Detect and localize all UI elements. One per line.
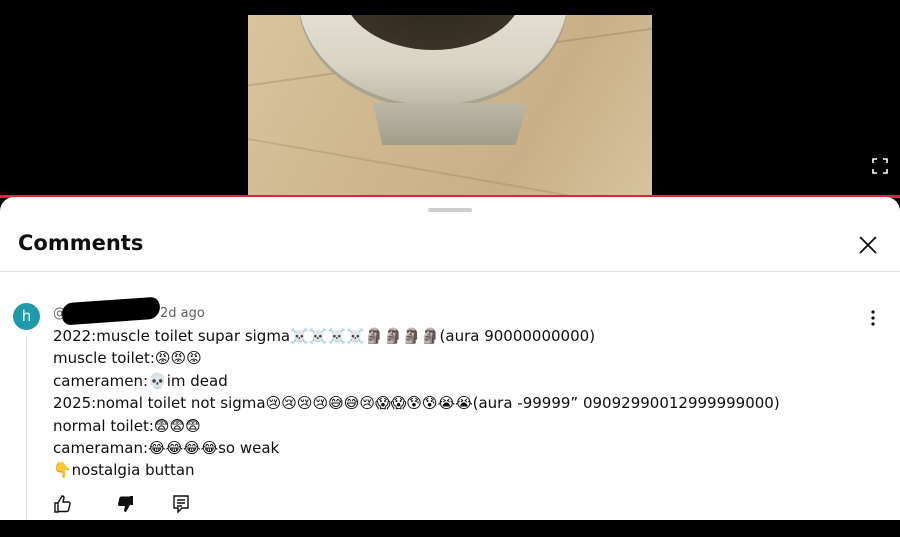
comment-line: cameraman:😂😂😂😂so weak xyxy=(53,438,280,457)
video-player[interactable] xyxy=(0,0,900,198)
author-name-redaction xyxy=(61,296,161,326)
comment-line: 2022:muscle toilet supar sigma☠️☠️☠️☠️🗿🗿… xyxy=(53,327,596,345)
comment-line: 2025:nomal toilet not sigma😢😢😢😢😅😅😢😱😱😰😰😭😭… xyxy=(53,394,780,413)
fullscreen-icon[interactable] xyxy=(872,158,888,174)
dislike-button[interactable] xyxy=(115,494,135,514)
comments-title: Comments xyxy=(18,231,144,255)
drag-handle[interactable] xyxy=(428,208,472,212)
comments-panel: Comments h @ 2d ago 2022:muscle toilet s… xyxy=(0,197,900,520)
thumbs-up-icon xyxy=(54,495,71,513)
reply-icon xyxy=(173,495,189,514)
comment-line: normal toilet:😨😨😨 xyxy=(53,416,201,435)
close-button[interactable] xyxy=(856,233,880,257)
bottom-bar xyxy=(0,520,900,537)
toilet-base xyxy=(373,103,528,145)
close-icon xyxy=(859,236,877,254)
thumbs-down-icon xyxy=(117,496,133,512)
comment-line: cameramen:💀im dead xyxy=(53,371,228,390)
reply-button[interactable] xyxy=(171,494,191,514)
header-divider xyxy=(0,271,900,272)
like-button[interactable] xyxy=(53,494,73,514)
video-frame[interactable] xyxy=(248,15,652,195)
avatar[interactable]: h xyxy=(13,303,40,330)
comment-timestamp: 2d ago xyxy=(160,306,205,321)
comment-text: 2022:muscle toilet supar sigma☠️☠️☠️☠️🗿🗿… xyxy=(53,325,883,482)
thread-line xyxy=(26,335,27,520)
comment-line: 👇nostalgia buttan xyxy=(53,461,195,480)
comment-line: muscle toilet:😡😡😡 xyxy=(53,349,202,368)
